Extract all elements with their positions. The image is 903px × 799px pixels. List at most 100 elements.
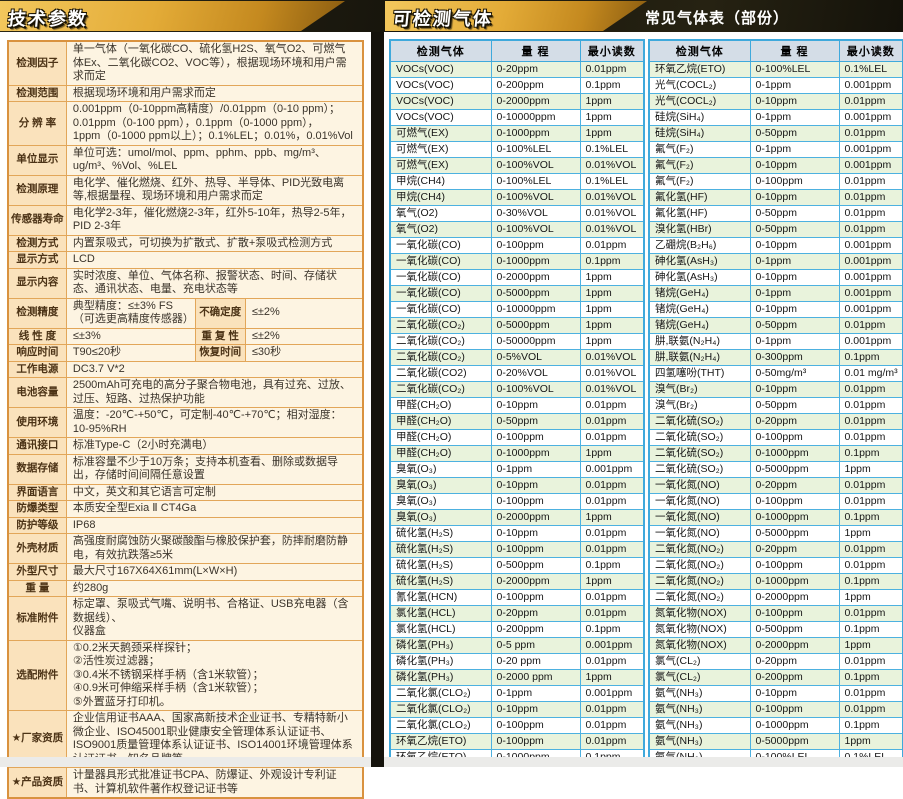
gas-row: 二氧化碳(CO₂)0-5%VOL0.01%VOL [390,350,644,366]
gas-row: 溴气(Br₂)0-10ppm0.01ppm [649,382,903,398]
gas-range: 0-100ppm [491,238,580,254]
gas-row: 一氧化氮(NO)0-1000ppm0.1ppm [649,510,903,526]
gas-range: 0-10ppm [491,398,580,414]
spec-param-value: 电化学2-3年，催化燃烧2-3年，红外5-10年，热导2-5年，PID 2-3年 [66,205,363,235]
gas-table-header-row: 检测气体 量 程 最小读数 [390,40,644,62]
gas-min-reading: 0.01ppm [580,734,644,750]
gas-name: 氨气(NH₃) [649,686,750,702]
spec-row: 工作电源DC3.7 V*2 [8,361,363,378]
gas-min-reading: 0.001ppm [580,462,644,478]
spec-param-name: 显示方式 [8,252,66,269]
spec-row: 电池容量2500mAh可充电的高分子聚合物电池，具有过充、过放、过压、短路、过热… [8,378,363,408]
gas-range: 0-1000ppm [750,574,839,590]
gas-row: 甲醛(CH₂O)0-1000ppm1ppm [390,446,644,462]
gas-range: 0-50mg/m³ [750,366,839,382]
gas-min-reading: 1ppm [839,734,903,750]
gas-min-reading: 0.01ppm [839,542,903,558]
gas-range: 0-100%LEL [491,142,580,158]
gas-row: 硫化氢(H₂S)0-500ppm0.1ppm [390,558,644,574]
spec-row: 防护等级IP68 [8,517,363,534]
spec-param-name: 重 量 [8,580,66,597]
gas-name: 氮氧化物(NOX) [649,606,750,622]
gas-min-reading: 0.1ppm [839,510,903,526]
gas-min-reading: 0.001ppm [839,110,903,126]
spec-param-name: 外壳材质 [8,534,66,564]
gas-range: 0-10000ppm [491,302,580,318]
gas-min-reading: 0.01ppm [580,238,644,254]
gas-name: 硫化氢(H₂S) [390,574,491,590]
gas-range: 0-5000ppm [491,286,580,302]
gas-min-reading: 0.1ppm [839,622,903,638]
gas-name: 氧气(O2) [390,206,491,222]
gas-range: 0-100ppm [750,606,839,622]
gas-range: 0-5000ppm [750,734,839,750]
spec-row: 标准附件标定罩、泵吸式气嘴、说明书、合格证、USB充电器（含数据线）、 仪器盒 [8,597,363,641]
column-header-gas: 检测气体 [390,40,491,62]
gas-min-reading: 0.01 mg/m³ [839,366,903,382]
top-banner: 技术参数 可检测气体 常见气体表（部份） [0,0,903,32]
gas-name: 甲烷(CH4) [390,190,491,206]
gas-row: 甲醛(CH₂O)0-50ppm0.01ppm [390,414,644,430]
gas-name: 一氧化氮(NO) [649,526,750,542]
gas-range: 0-2000ppm [491,574,580,590]
spec-row: 防爆类型本质安全型Exia Ⅱ CT4Ga [8,501,363,518]
gas-min-reading: 0.1%LEL [580,142,644,158]
gas-range: 0-10ppm [491,702,580,718]
gas-table-1: 检测气体 量 程 最小读数 VOCs(VOC)0-20ppm0.01ppmVOC… [389,39,645,767]
gas-name: VOCs(VOC) [390,94,491,110]
gas-name: 二氧化碳(CO₂) [390,318,491,334]
gas-name: 甲醛(CH₂O) [390,398,491,414]
gas-min-reading: 0.01ppm [580,654,644,670]
gas-min-reading: 0.01ppm [580,398,644,414]
gas-range: 0-100ppm [491,734,580,750]
spec-param-name: 检测原理 [8,175,66,205]
gas-range: 0-100%VOL [491,158,580,174]
gas-row: 氨气(NH₃)0-1000ppm0.1ppm [649,718,903,734]
spec-param-name: 线 性 度 [8,328,66,345]
column-header-min-reading: 最小读数 [839,40,903,62]
spec-row: 单位显示单位可选：umol/mol、ppm、pphm、ppb、mg/m³、 ug… [8,145,363,175]
spec-param-name: 外型尺寸 [8,564,66,581]
gas-min-reading: 0.001ppm [839,286,903,302]
gas-row: 一氧化氮(NO)0-100ppm0.01ppm [649,494,903,510]
gas-row: 硫化氢(H₂S)0-100ppm0.01ppm [390,542,644,558]
gas-name: 砷化氢(AsH₃) [649,270,750,286]
gas-range: 0-10ppm [491,478,580,494]
gas-range: 0-200ppm [491,622,580,638]
gas-name: 二氧化氯(CLO₂) [390,718,491,734]
gas-min-reading: 0.01ppm [839,478,903,494]
spec-param-value: 实时浓度、单位、气体名称、报警状态、时间、存储状态、通讯状态、电量、充电状态等 [66,268,363,298]
gas-min-reading: 1ppm [580,94,644,110]
gas-name: 磷化氢(PH₃) [390,670,491,686]
gas-name: 光气(COCL₂) [649,78,750,94]
gas-name: 臭氧(O₃) [390,478,491,494]
gas-range: 0-1ppm [750,334,839,350]
spec-row: 检测精度典型精度：≤±3% FS （可选更高精度传感器）不确定度≤±2% [8,298,363,328]
gas-name: 臭氧(O₃) [390,494,491,510]
gas-row: 氮氧化物(NOX)0-2000ppm1ppm [649,638,903,654]
gas-row: 二氧化硫(SO₂)0-5000ppm1ppm [649,462,903,478]
gas-range: 0-10ppm [491,526,580,542]
spec-param-value: ≤±2% [245,328,363,345]
gas-min-reading: 0.01%VOL [580,158,644,174]
spec-param-value: 0.001ppm（0-10ppm高精度）/0.01ppm（0-10 ppm）； … [66,102,363,146]
gas-name: 氯气(CL₂) [649,654,750,670]
gas-name: 氨气(NH₃) [649,734,750,750]
gas-name: 二氧化硫(SO₂) [649,462,750,478]
gas-row: 硅烷(SiH₄)0-50ppm0.01ppm [649,126,903,142]
gas-range: 0-1ppm [750,142,839,158]
gas-name: 氯化氢(HCL) [390,606,491,622]
gas-range: 0-100ppm [491,494,580,510]
gas-row: 氯气(CL₂)0-20ppm0.01ppm [649,654,903,670]
gas-min-reading: 0.01%VOL [580,190,644,206]
gas-row: 二氧化氮(NO₂)0-2000ppm1ppm [649,590,903,606]
gas-row: 二氧化碳(CO₂)0-5000ppm1ppm [390,318,644,334]
gas-name: 锗烷(GeH₄) [649,302,750,318]
gas-row: 氯气(CL₂)0-200ppm0.1ppm [649,670,903,686]
gas-min-reading: 0.01%VOL [580,206,644,222]
spec-param-name: 分 辨 率 [8,102,66,146]
gas-name: 一氧化碳(CO) [390,270,491,286]
gas-row: 氟化氢(HF)0-50ppm0.01ppm [649,206,903,222]
gas-row: 锗烷(GeH₄)0-10ppm0.001ppm [649,302,903,318]
gas-table-2: 检测气体 量 程 最小读数 环氧乙烷(ETO)0-100%LEL0.1%LEL光… [648,39,903,767]
